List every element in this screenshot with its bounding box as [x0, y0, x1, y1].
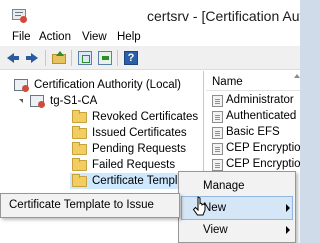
menu-view[interactable]: View — [82, 31, 107, 43]
tree-node-label: Revoked Certificates — [92, 111, 199, 123]
mmc-window: certsrv - [Certification Authori File Ac… — [0, 0, 300, 243]
tree-node-label: Failed Requests — [92, 159, 176, 171]
folder-icon — [72, 174, 87, 187]
context-menu-label: View — [203, 224, 228, 236]
toolbar: ? — [0, 46, 300, 70]
expanded-chevron-icon[interactable] — [19, 99, 23, 103]
folder-icon — [72, 110, 87, 123]
list-item-label: Authenticated Se — [226, 110, 300, 122]
menu-file[interactable]: File — [12, 31, 31, 43]
list-item[interactable]: Administrator — [206, 93, 300, 109]
menu-bar: File Action View Help — [0, 30, 300, 46]
folder-icon — [72, 142, 87, 155]
list-item[interactable]: CEP Encryption — [206, 141, 300, 157]
tree-node-issued-certificates[interactable]: Issued Certificates — [72, 125, 202, 141]
tree-node-ca[interactable]: tg-S1-CA — [14, 93, 204, 109]
show-hide-tree-icon[interactable] — [77, 50, 93, 66]
folder-icon — [72, 158, 87, 171]
submenu-arrow-icon — [286, 226, 290, 234]
list-item-label: Administrator — [226, 94, 294, 106]
certsrv-app-icon[interactable] — [12, 9, 28, 23]
list-item-label: CEP Encryption-2 — [226, 158, 300, 170]
tree-node-label: tg-S1-CA — [50, 95, 98, 107]
context-menu-item-manage[interactable]: Manage — [181, 174, 293, 198]
column-header-label: Name — [212, 76, 243, 88]
toolbar-separator — [45, 50, 46, 66]
certificate-template-icon — [212, 143, 223, 155]
mouse-pointer-icon — [192, 196, 206, 216]
tree-node-pending-requests[interactable]: Pending Requests — [72, 141, 202, 157]
submenu-arrow-icon — [286, 204, 290, 212]
toolbar-separator — [71, 50, 72, 66]
column-header-name[interactable]: Name — [206, 71, 300, 91]
folder-icon — [72, 126, 87, 139]
window-title: certsrv - [Certification Authori — [147, 8, 300, 24]
certificate-template-icon — [212, 111, 223, 123]
tree-node-certificate-templates[interactable]: Certificate Templates — [70, 173, 199, 189]
certificate-template-icon — [212, 159, 223, 171]
ca-server-icon — [30, 95, 45, 108]
context-menu-label: Manage — [203, 180, 245, 192]
tree-node-label: Issued Certificates — [92, 127, 187, 139]
new-submenu: Certificate Template to Issue — [0, 193, 180, 218]
menu-action[interactable]: Action — [39, 31, 71, 43]
forward-arrow-icon[interactable] — [25, 50, 41, 66]
submenu-item-certificate-template-to-issue[interactable]: Certificate Template to Issue — [3, 196, 177, 215]
list-item-label: Basic EFS — [226, 126, 280, 138]
tree-node-label: Pending Requests — [92, 143, 186, 155]
sort-ascending-icon — [294, 74, 300, 78]
list-item-label: CEP Encryption — [226, 142, 300, 154]
export-list-icon[interactable] — [97, 50, 113, 66]
up-folder-icon[interactable] — [51, 50, 67, 66]
context-menu-item-view[interactable]: View — [181, 218, 293, 242]
tree-node-revoked-certificates[interactable]: Revoked Certificates — [72, 109, 202, 125]
tree-node-root[interactable]: Certification Authority (Local) — [14, 77, 204, 93]
help-icon[interactable]: ? — [123, 50, 139, 66]
list-item[interactable]: Basic EFS — [206, 125, 300, 141]
toolbar-separator — [117, 50, 118, 66]
certificate-authority-icon — [14, 79, 29, 92]
certificate-template-icon — [212, 127, 223, 139]
list-item[interactable]: Authenticated Se — [206, 109, 300, 125]
submenu-label: Certificate Template to Issue — [9, 199, 154, 211]
tree-node-label: Certification Authority (Local) — [34, 79, 182, 91]
back-arrow-icon[interactable] — [6, 50, 22, 66]
menu-help[interactable]: Help — [117, 31, 141, 43]
title-bar: certsrv - [Certification Authori — [0, 0, 300, 30]
certificate-template-icon — [212, 95, 223, 107]
